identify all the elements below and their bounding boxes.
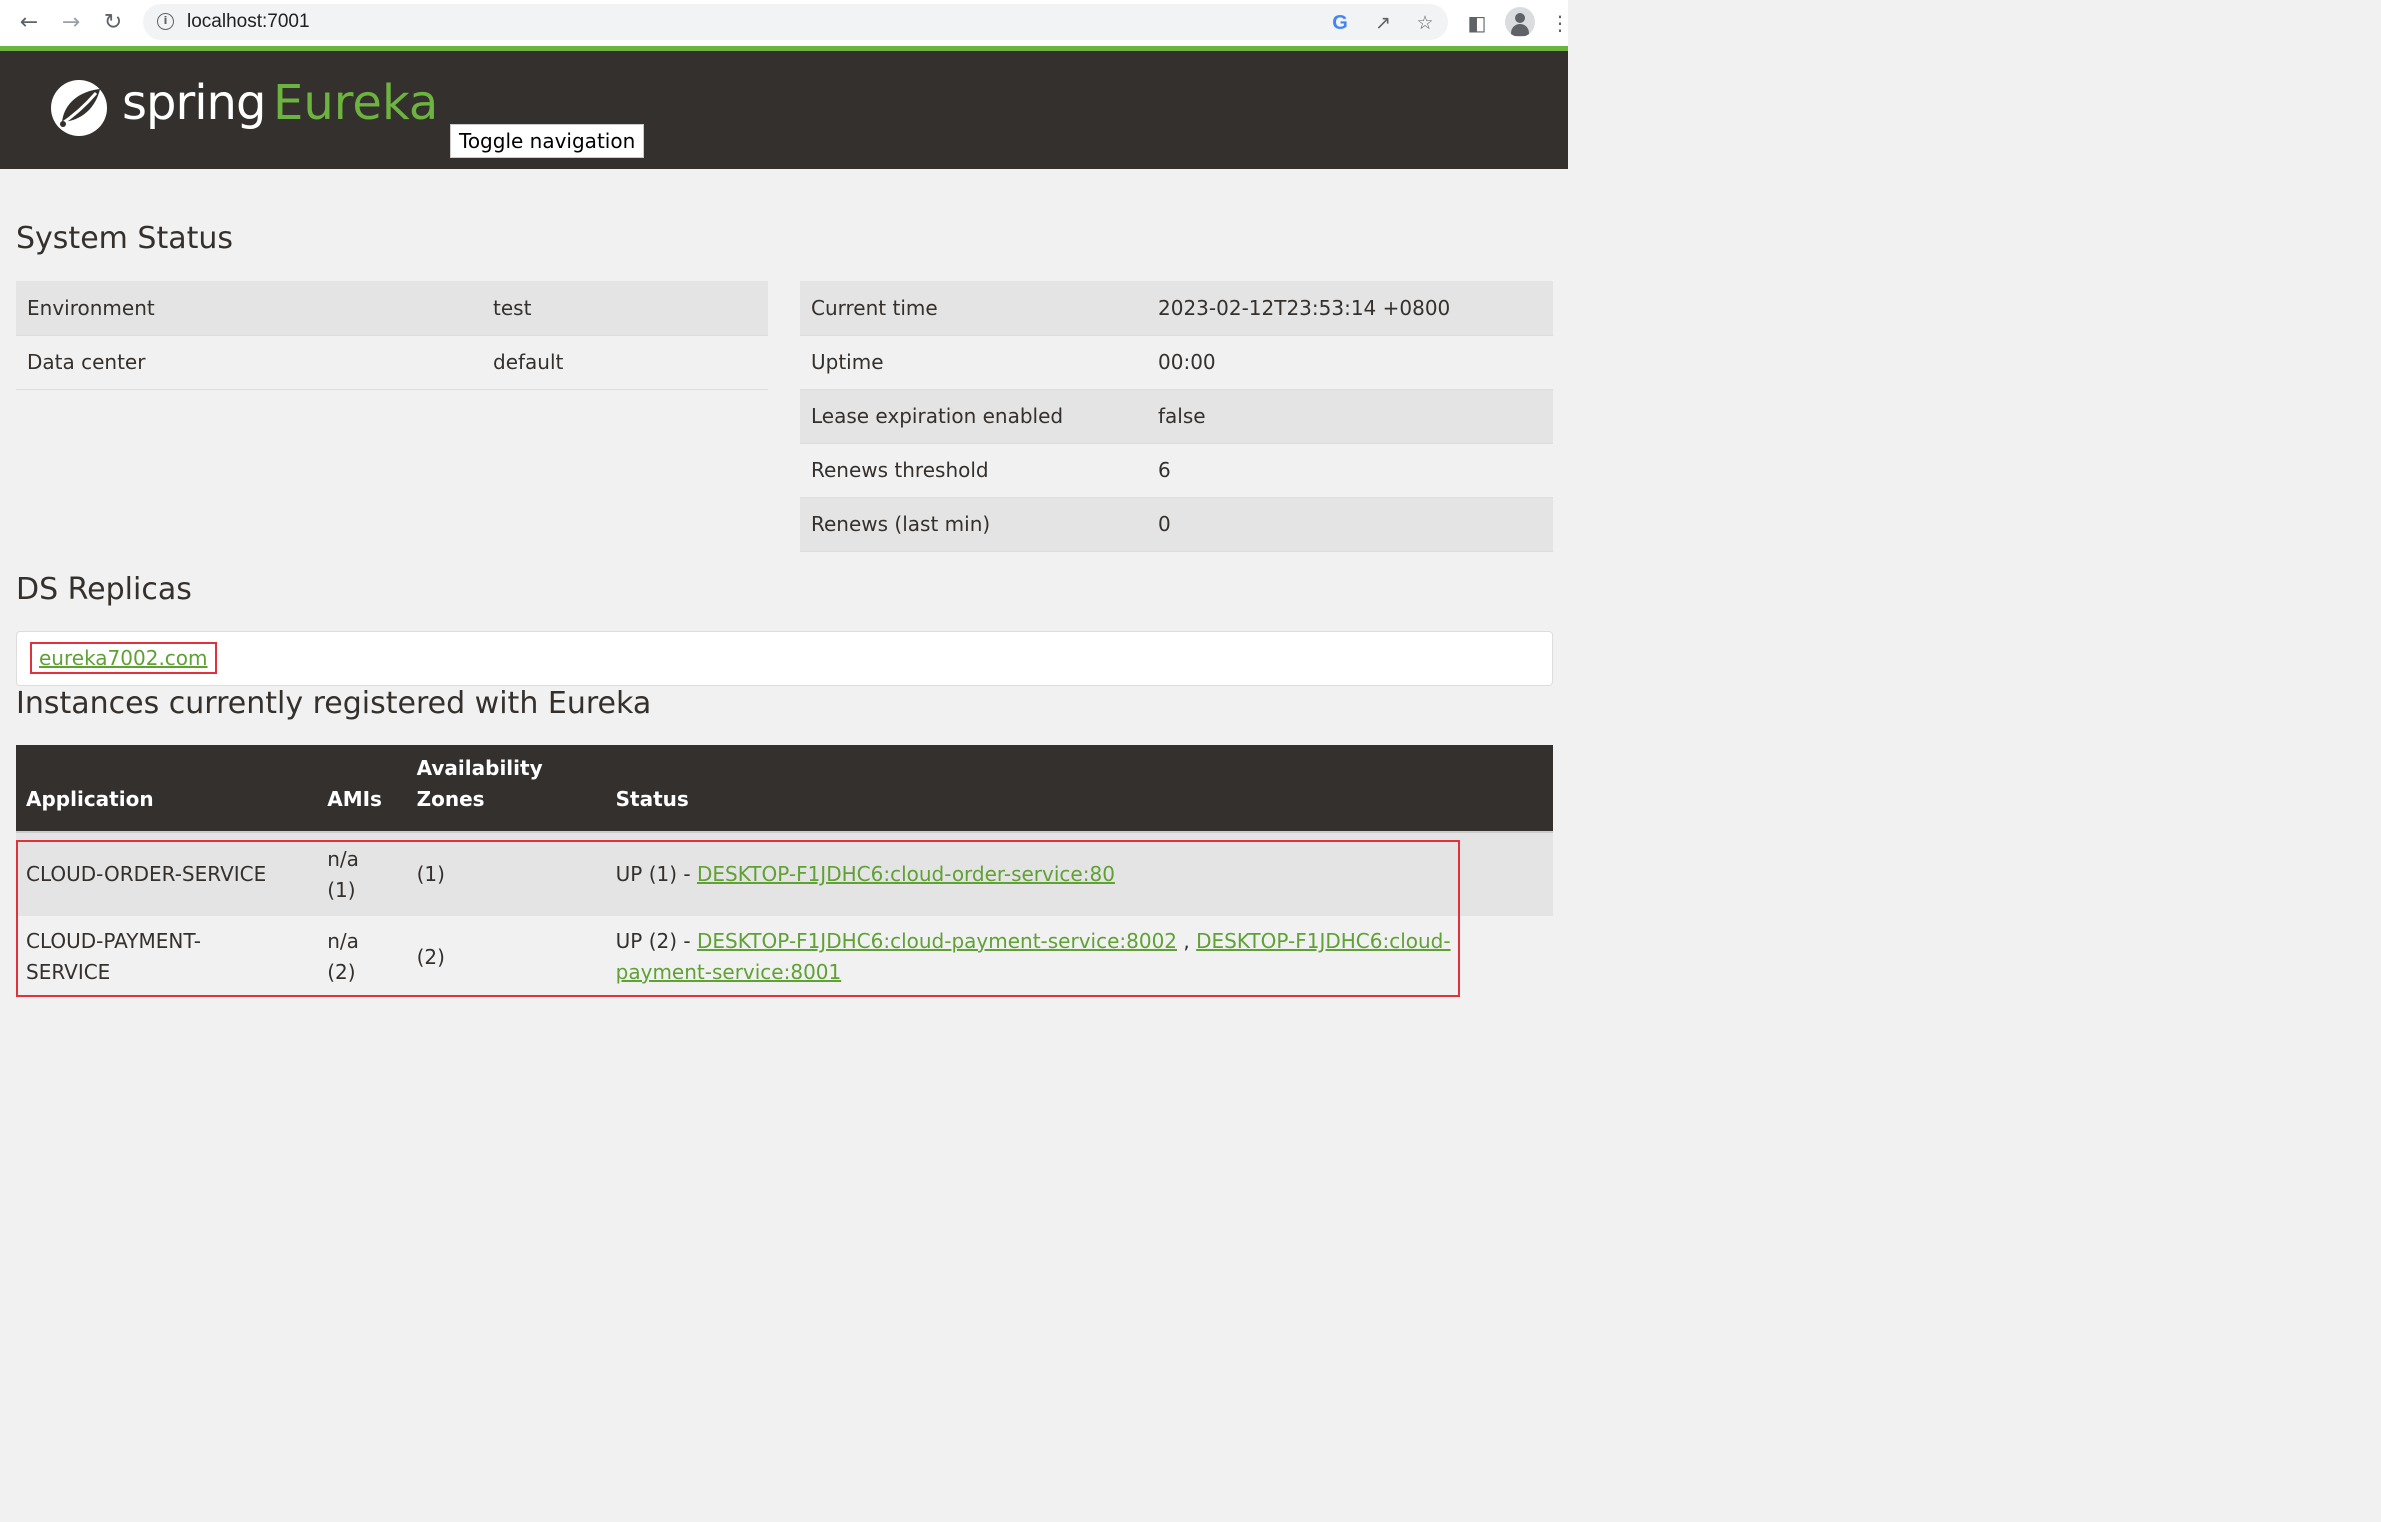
forward-arrow-icon[interactable]: → — [56, 7, 86, 37]
status-value: 0 — [1147, 497, 1553, 552]
replicas-list: eureka7002.com — [16, 631, 1553, 686]
table-row: Data center default — [16, 335, 768, 390]
avatar-body — [1511, 24, 1529, 36]
logo-eureka-text[interactable]: Eureka — [273, 75, 438, 131]
status-prefix: UP (2) - — [615, 929, 697, 953]
column-header-application: Application — [16, 745, 318, 832]
avatar-head — [1515, 13, 1525, 23]
table-row: CLOUD-PAYMENT-SERVICE n/a (2) (2) UP (2)… — [16, 916, 1553, 998]
status-key: Lease expiration enabled — [800, 389, 1147, 444]
url-text[interactable]: localhost:7001 — [187, 11, 310, 33]
status-prefix: UP (1) - — [615, 862, 697, 886]
system-status-left-table: Environment test Data center default — [16, 281, 768, 390]
instance-link[interactable]: DESKTOP-F1JDHC6:cloud-payment-service:80… — [697, 929, 1177, 953]
table-row: Current time 2023-02-12T23:53:14 +0800 — [800, 281, 1553, 336]
status-key: Current time — [800, 281, 1147, 336]
link-separator: , — [1177, 929, 1197, 953]
profile-avatar-icon[interactable] — [1505, 7, 1535, 37]
status-value: 2023-02-12T23:53:14 +0800 — [1147, 281, 1553, 336]
status-cell: UP (1) - DESKTOP-F1JDHC6:cloud-order-ser… — [605, 831, 1553, 916]
status-value: test — [482, 281, 768, 336]
status-key: Data center — [16, 335, 482, 390]
table-row: Lease expiration enabled false — [800, 389, 1553, 444]
application-text: CLOUD-PAYMENT-SERVICE — [26, 929, 201, 984]
application-cell: CLOUD-ORDER-SERVICE — [16, 831, 318, 916]
amis-cell: n/a (1) — [317, 831, 407, 916]
zones-header-text: Availability Zones — [416, 756, 543, 811]
column-header-amis: AMIs — [317, 745, 407, 832]
toggle-navigation-button[interactable]: Toggle navigation — [450, 124, 645, 158]
status-value: default — [482, 335, 768, 390]
system-status-right-table: Current time 2023-02-12T23:53:14 +0800 U… — [800, 281, 1553, 552]
bookmark-star-icon[interactable]: ☆ — [1413, 11, 1437, 35]
status-key: Renews (last min) — [800, 497, 1147, 552]
site-info-icon[interactable]: i — [157, 13, 174, 30]
share-icon[interactable]: ↗ — [1371, 11, 1395, 35]
google-icon[interactable]: G — [1328, 11, 1352, 35]
instances-title: Instances currently registered with Eure… — [16, 686, 652, 721]
back-arrow-icon[interactable]: ← — [14, 7, 44, 37]
table-row: Uptime 00:00 — [800, 335, 1553, 390]
status-key: Renews threshold — [800, 443, 1147, 498]
status-value: 6 — [1147, 443, 1553, 498]
status-key: Uptime — [800, 335, 1147, 390]
status-value: 00:00 — [1147, 335, 1553, 390]
amis-text: n/a (1) — [327, 846, 359, 902]
column-header-status: Status — [605, 745, 1553, 832]
amis-cell: n/a (2) — [317, 916, 407, 998]
amis-text: n/a (2) — [327, 929, 359, 984]
column-header-zones: Availability Zones — [406, 745, 606, 832]
address-bar[interactable]: i localhost:7001 G ↗ ☆ — [143, 4, 1448, 40]
status-cell: UP (2) - DESKTOP-F1JDHC6:cloud-payment-s… — [605, 916, 1553, 998]
application-cell: CLOUD-PAYMENT-SERVICE — [16, 916, 318, 998]
status-value: false — [1147, 389, 1553, 444]
table-row: Environment test — [16, 281, 768, 336]
instances-table: Application AMIs Availability Zones Stat… — [16, 745, 1553, 998]
zones-cell: (2) — [406, 916, 606, 998]
reload-icon[interactable]: ↻ — [98, 7, 128, 37]
table-row: Renews (last min) 0 — [800, 497, 1553, 552]
zones-cell: (1) — [406, 831, 606, 916]
system-status-title: System Status — [16, 221, 234, 256]
kebab-menu-icon[interactable]: ⋮ — [1550, 9, 1570, 37]
table-header-row: Application AMIs Availability Zones Stat… — [16, 745, 1553, 832]
status-key: Environment — [16, 281, 482, 336]
table-row: CLOUD-ORDER-SERVICE n/a (1) (1) UP (1) -… — [16, 831, 1553, 916]
eureka-header: spring Eureka Toggle navigation — [0, 51, 1568, 169]
spring-leaf-icon[interactable] — [48, 77, 110, 139]
logo-spring-text[interactable]: spring — [122, 75, 266, 131]
ds-replicas-title: DS Replicas — [16, 572, 192, 607]
side-panel-icon[interactable]: ◧ — [1463, 9, 1491, 37]
replica-link[interactable]: eureka7002.com — [30, 642, 217, 674]
table-row: Renews threshold 6 — [800, 443, 1553, 498]
instance-link[interactable]: DESKTOP-F1JDHC6:cloud-order-service:80 — [697, 862, 1115, 886]
browser-toolbar: ← → ↻ i localhost:7001 G ↗ ☆ ◧ ⋮ — [0, 0, 1570, 46]
